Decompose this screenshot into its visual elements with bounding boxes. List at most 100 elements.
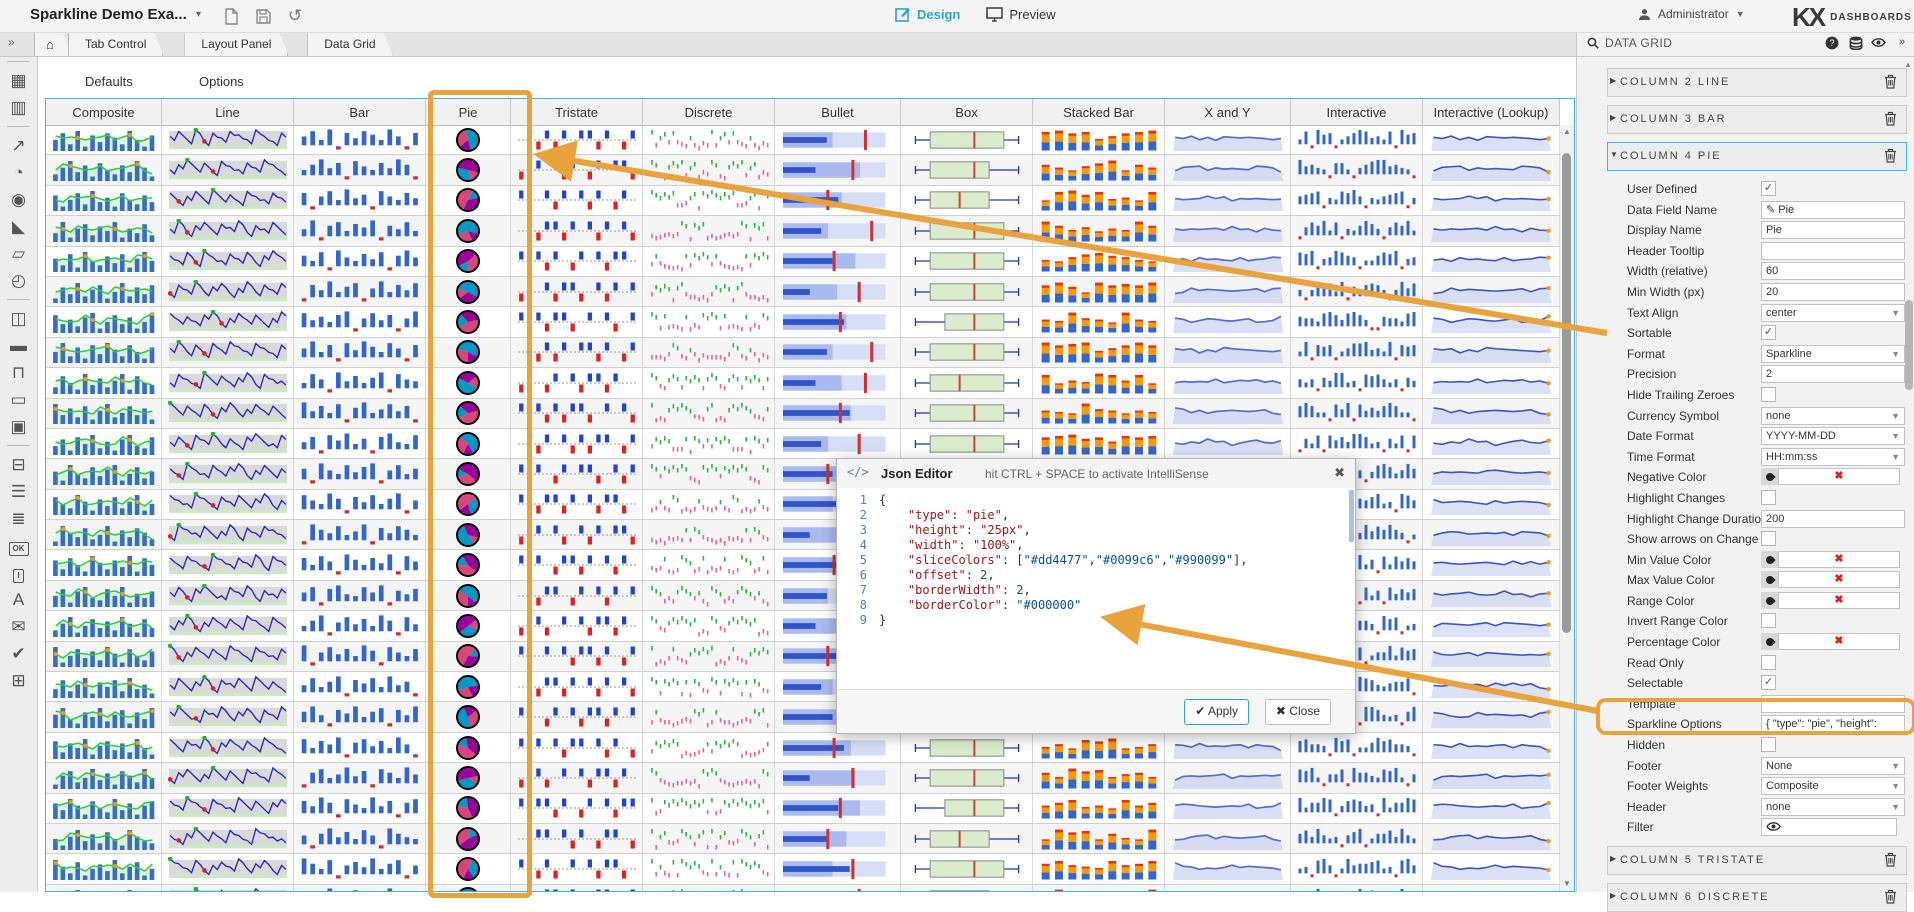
code-line[interactable]: 4 "width": "100%", [837,538,1355,553]
sparkline-cell-lookup[interactable] [1423,429,1560,458]
sparkline-cell-xy[interactable] [1165,247,1291,276]
sparkline-cell-discrete[interactable] [643,885,775,891]
dropdown-icon[interactable]: ⊟ [0,451,37,478]
sparkline-cell-xy[interactable] [1165,733,1291,762]
sparkline-cell-interactive[interactable] [1291,216,1423,245]
layout-columns-icon[interactable]: ◫ [0,305,37,332]
sparkline-cell-bar[interactable] [294,125,426,154]
negative-color-picker[interactable]: ✖ [1761,468,1901,485]
sparkline-cell-interactive[interactable] [1291,763,1423,792]
sparkline-cell-box[interactable] [901,429,1033,458]
sparkline-cell-xy[interactable] [1165,885,1291,891]
sparkline-cell-bullet[interactable] [775,125,901,154]
sparkline-cell-box[interactable] [901,247,1033,276]
sparkline-cell-xy[interactable] [1165,399,1291,428]
sparkline-cell-line[interactable] [162,794,294,823]
sparkline-cell-bar[interactable] [294,459,426,488]
sparkline-cell-xy[interactable] [1165,277,1291,306]
clear-color-icon[interactable]: ✖ [1778,633,1900,650]
sparkline-cell-tristate[interactable] [511,125,643,154]
sparkline-cell-bullet[interactable] [775,155,901,184]
sparkline-cell-bar[interactable] [294,429,426,458]
title-dropdown-caret[interactable]: ▾ [196,9,201,20]
sparkline-cell-xy[interactable] [1165,216,1291,245]
sparkline-cell-stacked[interactable] [1033,125,1165,154]
sparkline-cell-pie[interactable] [426,854,511,883]
sparkline-cell-discrete[interactable] [643,307,775,336]
column-header-interactive-lookup-[interactable]: Interactive (Lookup) [1423,99,1560,125]
highlight-changes-checkbox[interactable] [1761,490,1776,505]
column-header-composite[interactable]: Composite [46,99,162,125]
sparkline-cell-xy[interactable] [1165,125,1291,154]
sparkline-cell-pie[interactable] [426,429,511,458]
time-format-select[interactable]: HH:mm:ss▼ [1761,448,1905,466]
sparkline-cell-line[interactable] [162,459,294,488]
sparkline-cell-xy[interactable] [1165,763,1291,792]
sparkline-cell-line[interactable] [162,490,294,519]
sparkline-cell-tristate[interactable] [511,885,643,891]
sparkline-cell-composite[interactable] [46,155,162,184]
close-button[interactable]: ✖ Close [1265,699,1331,725]
sparkline-cell-bullet[interactable] [775,247,901,276]
sparkline-cell-tristate[interactable] [511,550,643,579]
sparkline-cell-composite[interactable] [46,581,162,610]
sparkline-cell-stacked[interactable] [1033,794,1165,823]
sparkline-cell-line[interactable] [162,216,294,245]
polar-chart-icon[interactable]: ◉ [0,186,37,213]
visibility-icon[interactable] [1871,36,1889,52]
sparkline-cell-discrete[interactable] [643,854,775,883]
column-header-x-and-y[interactable]: X and Y [1165,99,1291,125]
sparkline-cell-line[interactable] [162,247,294,276]
sparkline-cell-lookup[interactable] [1423,885,1560,891]
color-droplet-icon[interactable] [1761,468,1778,485]
sparkline-cell-stacked[interactable] [1033,338,1165,367]
sparkline-cell-bar[interactable] [294,794,426,823]
code-line[interactable]: 8 "borderColor": "#000000" [837,598,1355,613]
sparkline-cell-composite[interactable] [46,338,162,367]
sparkline-cell-composite[interactable] [46,794,162,823]
sparkline-cell-line[interactable] [162,885,294,891]
sparkline-options-input[interactable]: { "type": "pie", "height": [1761,715,1905,733]
hide-trailing-zeroes-checkbox[interactable] [1761,387,1776,402]
header-select[interactable]: none▼ [1761,798,1905,816]
sparkline-cell-lookup[interactable] [1423,733,1560,762]
close-icon[interactable]: ✖ [1334,465,1345,481]
sparkline-cell-bar[interactable] [294,824,426,853]
sparkline-cell-box[interactable] [901,277,1033,306]
sparkline-cell-stacked[interactable] [1033,155,1165,184]
column-header-box[interactable]: Box [901,99,1033,125]
canvas-icon[interactable]: ▬ [0,332,37,359]
sparkline-cell-stacked[interactable] [1033,186,1165,215]
sparkline-cell-composite[interactable] [46,611,162,640]
sparkline-cell-pie[interactable] [426,642,511,671]
sparkline-cell-discrete[interactable] [643,581,775,610]
sparkline-cell-interactive[interactable] [1291,125,1423,154]
column-header-line[interactable]: Line [162,99,294,125]
sparkline-cell-composite[interactable] [46,307,162,336]
gauge-icon[interactable]: ◴ [0,267,37,294]
sparkline-cell-lookup[interactable] [1423,307,1560,336]
display-name-input[interactable]: Pie [1761,221,1905,239]
sparkline-cell-pie[interactable] [426,824,511,853]
sparkline-cell-discrete[interactable] [643,368,775,397]
invert-range-color-checkbox[interactable] [1761,613,1776,628]
sparkline-cell-bullet[interactable] [775,733,901,762]
sparkline-cell-pie[interactable] [426,490,511,519]
feedback-icon[interactable]: ✉ [0,613,37,640]
sparkline-cell-box[interactable] [901,155,1033,184]
color-droplet-icon[interactable] [1761,592,1778,609]
sparkline-cell-stacked[interactable] [1033,247,1165,276]
sparkline-cell-tristate[interactable] [511,429,643,458]
sparkline-cell-stacked[interactable] [1033,216,1165,245]
sparkline-cell-pie[interactable] [426,125,511,154]
sparkline-cell-tristate[interactable] [511,824,643,853]
sparkline-cell-discrete[interactable] [643,794,775,823]
sparkline-cell-bar[interactable] [294,672,426,701]
highlight-change-duration-input[interactable]: 200 [1761,510,1905,528]
sparkline-cell-interactive[interactable] [1291,794,1423,823]
color-droplet-icon[interactable] [1761,571,1778,588]
sparkline-cell-bar[interactable] [294,247,426,276]
sparkline-cell-interactive[interactable] [1291,854,1423,883]
sparkline-cell-lookup[interactable] [1423,520,1560,549]
sparkline-cell-tristate[interactable] [511,399,643,428]
